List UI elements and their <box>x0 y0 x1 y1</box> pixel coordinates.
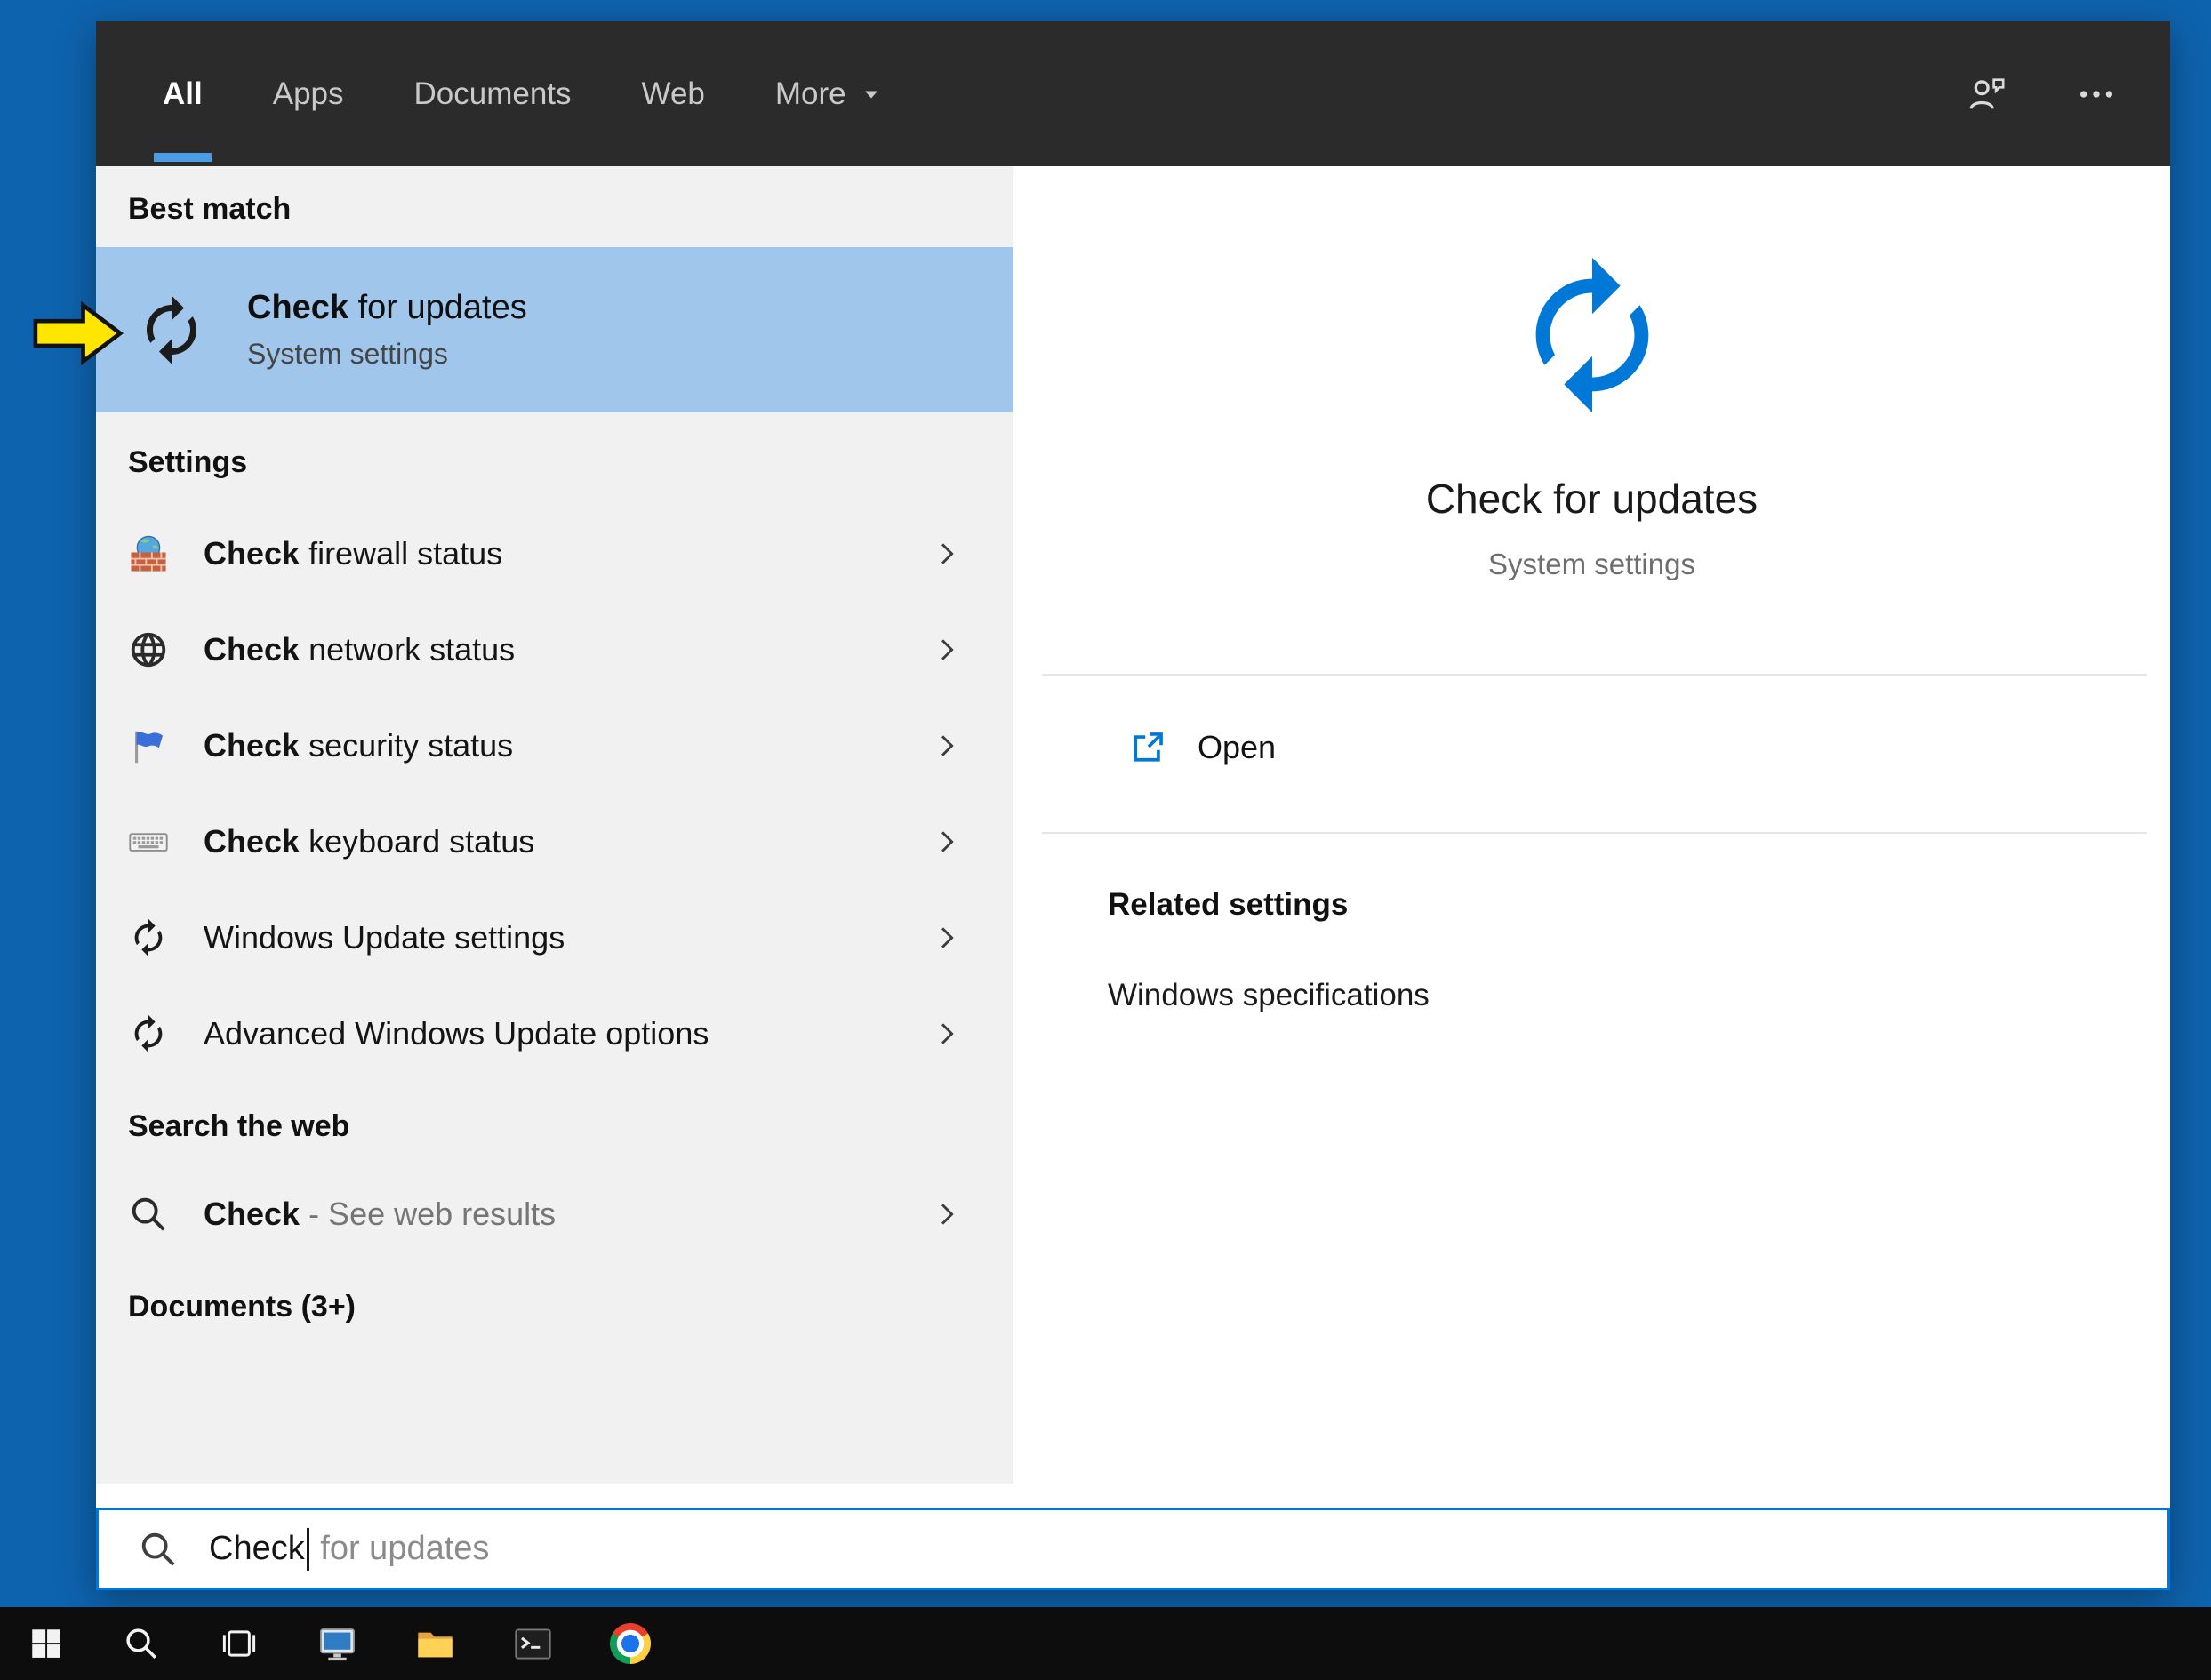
sync-icon <box>128 917 169 958</box>
related-settings-header: Related settings <box>1108 887 1349 922</box>
search-icon <box>128 1194 169 1235</box>
search-filter-bar: All Apps Documents Web More <box>96 21 2170 166</box>
tab-all[interactable]: All <box>154 21 212 166</box>
globe-icon <box>128 629 169 670</box>
chevron-right-icon[interactable] <box>932 731 962 761</box>
divider <box>1042 674 2147 676</box>
taskbar-chrome[interactable] <box>581 1607 679 1680</box>
result-check-network-status[interactable]: Check network status <box>96 602 1013 698</box>
preview-title: Check for updates <box>1425 476 1758 522</box>
keyboard-icon <box>128 821 169 862</box>
chevron-right-icon[interactable] <box>932 1019 962 1049</box>
taskbar-file-explorer[interactable] <box>386 1607 484 1680</box>
tab-more[interactable]: More <box>775 21 882 166</box>
best-match-result[interactable]: Check for updates System settings <box>96 247 1013 412</box>
taskbar-search-button[interactable] <box>92 1607 190 1680</box>
chevron-right-icon[interactable] <box>932 539 962 569</box>
search-flyout-window: All Apps Documents Web More Best match C… <box>96 21 2170 1590</box>
chevron-down-icon <box>861 84 882 105</box>
best-match-subtitle: System settings <box>247 338 448 370</box>
start-button[interactable] <box>0 1607 92 1680</box>
preview-subtitle: System settings <box>1488 548 1695 580</box>
task-view-icon <box>220 1625 258 1662</box>
chevron-right-icon[interactable] <box>932 635 962 665</box>
result-check-firewall-status[interactable]: Check firewall status <box>96 506 1013 602</box>
computer-monitor-icon <box>316 1623 358 1665</box>
task-view-button[interactable] <box>190 1607 288 1680</box>
search-icon <box>138 1529 179 1570</box>
divider <box>1042 832 2147 834</box>
search-web-section-header: Search the web <box>128 1109 350 1143</box>
chevron-right-icon[interactable] <box>932 1199 962 1229</box>
user-account-icon[interactable] <box>1966 74 2007 115</box>
filter-tabs: All Apps Documents Web More <box>154 21 882 166</box>
search-icon <box>123 1625 160 1662</box>
best-match-title: Check for updates <box>247 289 527 326</box>
result-check-security-status[interactable]: Check security status <box>96 698 1013 794</box>
tab-apps[interactable]: Apps <box>273 21 344 166</box>
chrome-icon <box>610 1623 651 1664</box>
terminal-icon <box>512 1623 554 1665</box>
result-windows-update-settings[interactable]: Windows Update settings <box>96 890 1013 986</box>
documents-section-header[interactable]: Documents (3+) <box>128 1289 1013 1325</box>
settings-section-header: Settings <box>128 445 248 479</box>
chevron-right-icon[interactable] <box>932 827 962 857</box>
folder-icon <box>414 1623 456 1665</box>
search-suggestion-text: for updates <box>310 1530 490 1567</box>
ellipsis-menu-icon[interactable] <box>2076 74 2117 115</box>
windows-specifications-link[interactable]: Windows specifications <box>1108 978 2170 1013</box>
result-advanced-windows-update-options[interactable]: Advanced Windows Update options <box>96 986 1013 1082</box>
open-action[interactable]: Open <box>1128 718 2170 777</box>
flag-icon <box>128 725 169 766</box>
firewall-icon <box>128 533 169 574</box>
chevron-right-icon[interactable] <box>932 923 962 953</box>
result-check-see-web-results[interactable]: Check - See web results <box>96 1166 1013 1262</box>
windows-logo-icon <box>28 1625 65 1662</box>
open-external-icon <box>1128 728 1167 767</box>
result-check-keyboard-status[interactable]: Check keyboard status <box>96 794 1013 890</box>
search-results-panel: Best match Check for updates System sett… <box>96 166 1013 1484</box>
preview-panel: Check for updates System settings Open R… <box>1013 166 2170 1484</box>
taskbar-pc-app[interactable] <box>288 1607 386 1680</box>
search-input[interactable]: Check for updates <box>96 1508 2170 1590</box>
sync-icon-large <box>1508 251 1677 420</box>
sync-icon <box>128 1013 169 1054</box>
sync-icon <box>134 292 209 367</box>
tab-web[interactable]: Web <box>642 21 705 166</box>
annotation-arrow <box>32 300 124 366</box>
taskbar-terminal[interactable] <box>484 1607 581 1680</box>
tab-documents[interactable]: Documents <box>414 21 572 166</box>
best-match-header: Best match <box>128 192 292 226</box>
search-typed-text: Check <box>209 1530 305 1567</box>
text-cursor <box>306 1527 309 1571</box>
taskbar <box>0 1607 2211 1680</box>
